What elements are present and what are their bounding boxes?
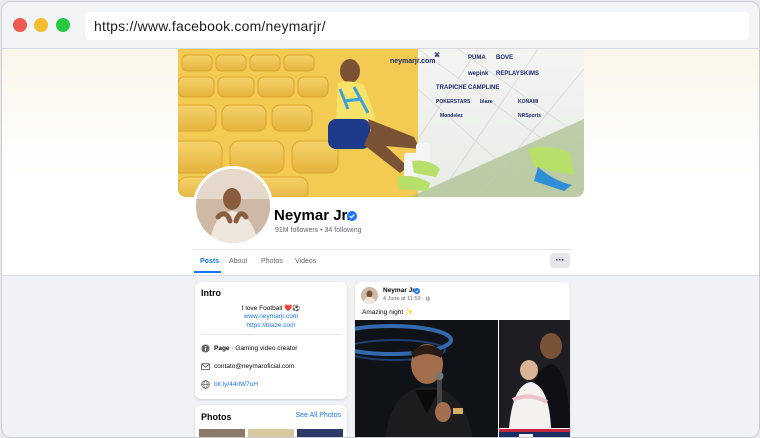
photo-thumbnail[interactable] <box>248 429 294 437</box>
sponsor-logo: SKIMS <box>520 71 539 77</box>
verified-badge-icon <box>414 287 420 294</box>
profile-header: neymarjr.com ⌘ PUMA BOVE wepink REPLAY S… <box>2 49 759 276</box>
info-icon <box>201 344 210 353</box>
tabs-divider <box>192 249 572 250</box>
email-text[interactable]: contato@neymaroficial.com <box>214 363 294 370</box>
sponsor-logo: REPLAY <box>496 71 520 77</box>
intro-title: Intro <box>201 288 221 298</box>
bio-link-website[interactable]: www.neymarjr.com <box>195 313 347 320</box>
sponsor-logo: PUMA <box>468 55 486 61</box>
photo-thumbnail[interactable] <box>199 429 245 437</box>
photo-thumbnail[interactable] <box>297 429 343 437</box>
post-image-photo <box>499 429 570 437</box>
post-image[interactable] <box>499 429 570 437</box>
post-avatar-image <box>361 287 378 304</box>
sponsor-logo: TRAPICHE <box>436 85 467 91</box>
bio-link-blaze[interactable]: https://blaze.com <box>195 322 347 329</box>
intro-divider <box>201 334 341 335</box>
sponsor-logo: Mondelez <box>440 113 463 119</box>
browser-window: https://www.facebook.com/neymarjr/ neyma… <box>1 1 760 438</box>
verified-badge-icon <box>347 211 357 221</box>
sponsor-logo: CAMPLINE <box>468 85 499 91</box>
post-image[interactable] <box>355 320 498 437</box>
address-bar[interactable]: https://www.facebook.com/neymarjr/ <box>85 12 749 40</box>
avatar-image <box>196 169 270 243</box>
sponsor-logo: KONAMI <box>518 99 539 105</box>
page-category-value: · Gaming video creator <box>229 345 298 352</box>
minimize-window-button[interactable] <box>34 18 48 32</box>
profile-avatar[interactable] <box>193 166 273 246</box>
active-tab-indicator <box>194 271 221 273</box>
svg-text:⌘: ⌘ <box>434 52 440 59</box>
more-dots-icon: ··· <box>555 255 565 265</box>
see-all-photos-link[interactable]: See All Photos <box>295 412 341 419</box>
intro-page-category: Page · Gaming video creator <box>201 344 343 356</box>
intro-bio: I love Football ❤️⚽ <box>241 305 301 312</box>
sponsor-logo: POKERSTARS <box>436 99 471 105</box>
post-card: Neymar Jr. 4 June at 11:59 · ◍ Amazing n… <box>355 282 570 437</box>
tab-photos[interactable]: Photos <box>261 258 283 265</box>
tab-about[interactable]: About <box>229 258 247 265</box>
intro-email: contato@neymaroficial.com <box>201 362 343 374</box>
sponsor-logo: wepink <box>467 71 489 77</box>
globe-icon <box>201 380 210 389</box>
post-image-photo <box>355 320 498 437</box>
sponsor-logo: blaze <box>480 99 493 105</box>
sponsor-logo: BOVE <box>496 55 513 61</box>
post-time-text: 4 June at 11:59 · <box>383 296 426 302</box>
profile-stats: 91M followers • 34 following <box>275 227 362 234</box>
email-icon <box>201 363 210 371</box>
short-link[interactable]: bit.ly/44rlW7uH <box>214 381 258 388</box>
post-author-avatar[interactable] <box>361 287 378 304</box>
public-globe-icon: ◍ <box>425 296 431 302</box>
intro-card: Intro I love Football ❤️⚽ www.neymarjr.c… <box>195 282 347 399</box>
browser-titlebar: https://www.facebook.com/neymarjr/ <box>2 2 759 49</box>
address-bar-url: https://www.facebook.com/neymarjr/ <box>94 18 326 34</box>
post-text: Amazing night ✨ <box>362 309 414 316</box>
maximize-window-button[interactable] <box>56 18 70 32</box>
profile-name: Neymar Jr. <box>274 207 351 224</box>
tab-posts[interactable]: Posts <box>200 258 219 265</box>
tab-videos[interactable]: Videos <box>295 258 316 265</box>
post-timestamp[interactable]: 4 June at 11:59 · ◍ <box>383 296 430 302</box>
post-author-name[interactable]: Neymar Jr. <box>383 287 416 294</box>
page-category-text: Page · Gaming video creator <box>214 345 297 352</box>
sponsor-logo: NRSports <box>518 113 541 119</box>
photos-card: Photos See All Photos <box>195 405 347 437</box>
cover-site-text: neymarjr.com <box>390 58 436 65</box>
close-window-button[interactable] <box>13 18 27 32</box>
more-options-button[interactable]: ··· <box>550 253 570 268</box>
post-image-photo <box>499 320 570 428</box>
intro-website: bit.ly/44rlW7uH <box>201 380 343 392</box>
page-label: Page <box>214 345 230 352</box>
post-image[interactable] <box>499 320 570 428</box>
photos-title: Photos <box>201 412 232 422</box>
